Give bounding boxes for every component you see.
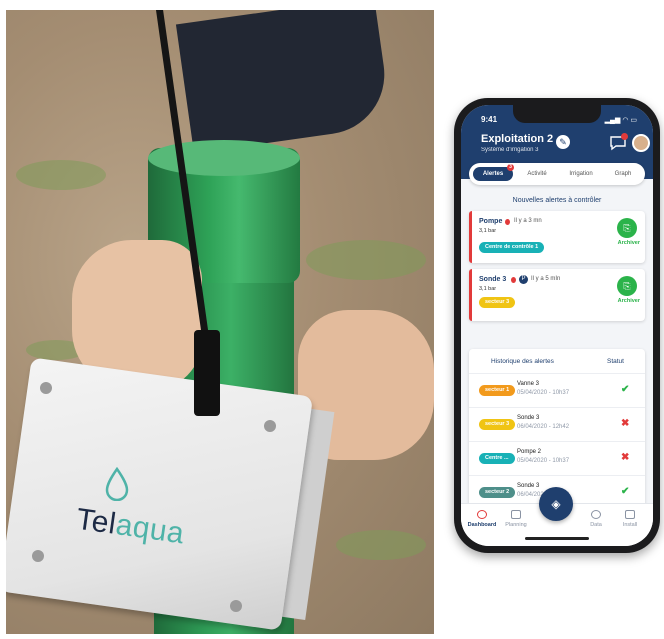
history-date: 05/04/2020 - 10h37 <box>517 390 570 396</box>
archive-label[interactable]: Archiver <box>618 240 640 246</box>
nav-install[interactable]: Install <box>613 510 647 528</box>
alert-indicator <box>469 211 472 263</box>
home-indicator <box>525 537 589 540</box>
history-name: Sonde 3 <box>517 483 540 489</box>
grass-patch <box>336 530 426 560</box>
history-name: Sonde 3 <box>517 415 540 421</box>
app-screen: 9:41 ▂▄▆ ◠ ▭ Exploitation 2 Système d'ir… <box>461 105 653 546</box>
tab-irrigation[interactable]: Irrigation <box>559 167 603 181</box>
antenna-connector <box>194 330 220 416</box>
data-icon <box>591 510 601 519</box>
calendar-icon <box>511 510 521 519</box>
status-icons: ▂▄▆ ◠ ▭ <box>604 117 637 124</box>
page-subtitle: Système d'irrigation 3 <box>481 147 539 153</box>
status-time: 9:41 <box>481 115 498 124</box>
screw <box>32 550 44 562</box>
alert-indicator <box>469 269 472 321</box>
cross-icon: ✖ <box>621 418 630 429</box>
check-icon: ✔ <box>621 486 630 497</box>
new-alerts-title: Nouvelles alertes à contrôler <box>512 197 602 204</box>
tab-bar: Alertes 3 Activité Irrigation Graph <box>469 163 645 185</box>
tab-alertes[interactable]: Alertes 3 <box>473 164 514 181</box>
notification-badge <box>621 133 628 140</box>
avatar[interactable] <box>632 134 650 152</box>
history-tag: secteur 2 <box>479 487 516 498</box>
history-name: Pompe 2 <box>517 449 542 455</box>
nav-data[interactable]: Data <box>579 510 613 528</box>
dashboard-icon <box>477 510 487 519</box>
water-drop-logo-icon <box>105 467 129 501</box>
nav-dashboard[interactable]: Dashboard <box>465 510 499 528</box>
archive-icon[interactable]: ⎘ <box>617 218 637 238</box>
alert-drop-icon <box>505 219 510 225</box>
history-title: Historique des alertes <box>491 358 554 365</box>
phone-notch <box>513 105 601 123</box>
history-date: 05/04/2020 - 10h37 <box>517 458 570 464</box>
install-icon <box>625 510 635 519</box>
grass-patch <box>306 240 426 280</box>
map-fab-button[interactable]: ◈ <box>539 487 573 521</box>
alert-location-tag: Centre de contrôle 1 <box>479 242 545 253</box>
history-row[interactable]: secteur 1 Vanne 3 05/04/2020 - 10h37 ✔ <box>469 373 645 408</box>
person-sleeve <box>175 10 393 154</box>
cross-icon: ✖ <box>621 452 630 463</box>
archive-icon[interactable]: ⎘ <box>617 276 637 296</box>
pipe-cap-top <box>148 140 300 176</box>
alert-time: Il y a 3 mn <box>514 218 542 224</box>
history-tag: Centre ... <box>479 453 515 464</box>
tab-activite[interactable]: Activité <box>517 167 557 181</box>
alert-p-badge: P <box>519 275 528 284</box>
alert-location-tag: secteur 3 <box>479 297 516 308</box>
history-date: 06/04/2020 - 12h42 <box>517 424 570 430</box>
alert-name: Sonde 3 <box>479 276 507 283</box>
alert-drop-icon <box>511 277 516 283</box>
history-name: Vanne 3 <box>517 381 539 387</box>
screw <box>230 600 242 612</box>
edit-icon[interactable]: ✎ <box>556 135 570 149</box>
check-icon: ✔ <box>621 384 630 395</box>
alert-value: 3,1 bar <box>479 286 497 292</box>
phone-frame: 9:41 ▂▄▆ ◠ ▭ Exploitation 2 Système d'ir… <box>454 98 660 553</box>
screw <box>264 420 276 432</box>
archive-label[interactable]: Archiver <box>618 298 640 304</box>
tab-alert-count-badge: 3 <box>507 164 514 171</box>
product-photo: Telaqua <box>6 10 434 634</box>
screw <box>40 382 52 394</box>
page-title: Exploitation 2 <box>481 133 554 145</box>
history-row[interactable]: secteur 3 Sonde 3 06/04/2020 - 12h42 ✖ <box>469 407 645 442</box>
alert-time: Il y a 5 mIn <box>531 276 561 282</box>
alert-value: 3,1 bar <box>479 228 497 234</box>
nav-planning[interactable]: Planning <box>499 510 533 528</box>
alert-card[interactable]: Sonde 3 P Il y a 5 mIn 3,1 bar secteur 3… <box>469 269 645 321</box>
alert-card[interactable]: Pompe Il y a 3 mn 3,1 bar Centre de cont… <box>469 211 645 263</box>
history-status-header: Statut <box>607 358 624 365</box>
alert-name: Pompe <box>479 218 503 225</box>
grass-patch <box>16 160 106 190</box>
tab-graph[interactable]: Graph <box>605 167 641 181</box>
history-tag: secteur 3 <box>479 419 516 430</box>
sensor-box <box>6 357 314 631</box>
history-tag: secteur 1 <box>479 385 516 396</box>
history-row[interactable]: Centre ... Pompe 2 05/04/2020 - 10h37 ✖ <box>469 441 645 476</box>
